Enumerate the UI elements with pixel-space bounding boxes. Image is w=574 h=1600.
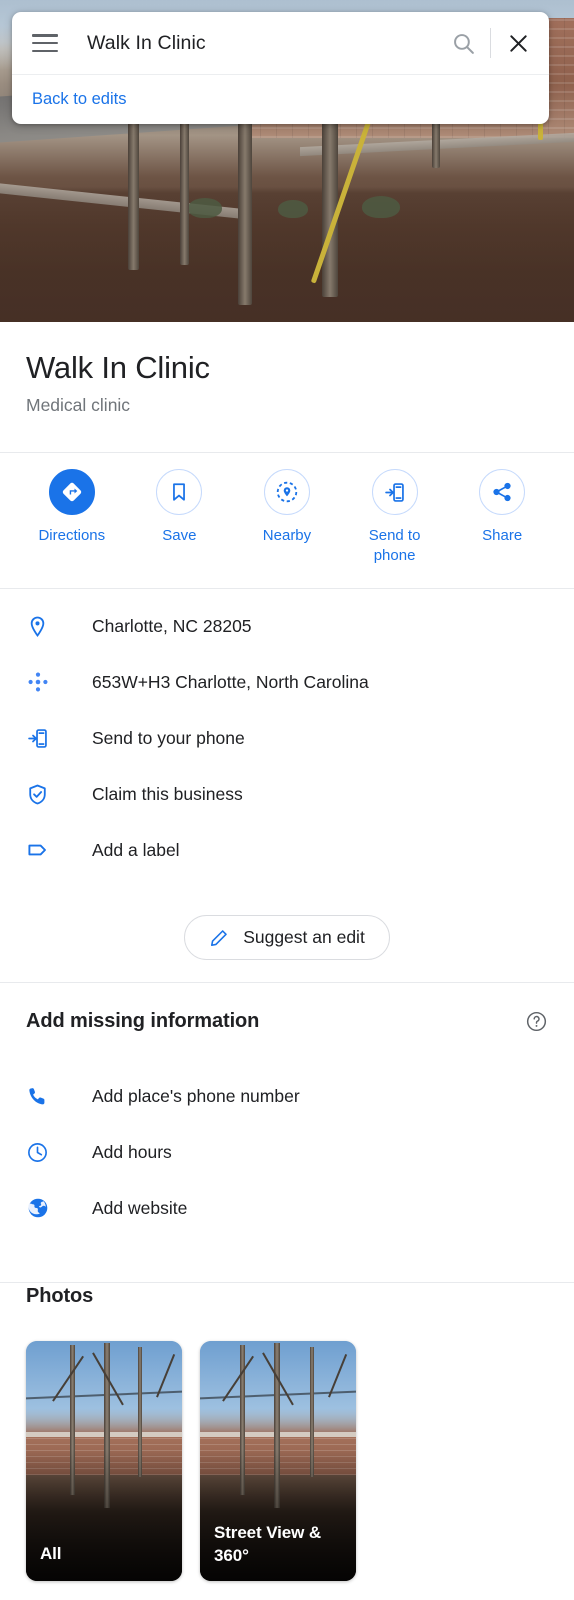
bookmark-icon bbox=[173, 483, 186, 501]
missing-row-website-label: Add website bbox=[92, 1197, 188, 1218]
search-card: Walk In Clinic Back to edits bbox=[12, 12, 549, 124]
info-row-plus-code[interactable]: 653W+H3 Charlotte, North Carolina bbox=[0, 654, 574, 710]
suggest-edit-wrap: Suggest an edit bbox=[0, 915, 574, 960]
shield-check-icon bbox=[26, 783, 66, 806]
hero-shrub-3 bbox=[362, 196, 400, 218]
divider-below-actions bbox=[0, 588, 574, 589]
action-save[interactable]: Save bbox=[126, 469, 234, 567]
directions-icon-wrap bbox=[48, 469, 95, 515]
action-share[interactable]: Share bbox=[448, 469, 556, 567]
place-header: Walk In Clinic Medical clinic bbox=[0, 322, 574, 416]
action-directions-label: Directions bbox=[38, 527, 106, 544]
pencil-icon bbox=[211, 929, 227, 946]
missing-info-list: Add place's phone number Add hours Add w… bbox=[0, 1068, 574, 1236]
missing-row-phone[interactable]: Add place's phone number bbox=[0, 1068, 574, 1124]
info-row-plus-code-label: 653W+H3 Charlotte, North Carolina bbox=[92, 671, 369, 692]
action-share-label: Share bbox=[482, 527, 523, 544]
send-to-phone-icon bbox=[26, 727, 66, 750]
info-row-claim-business-label: Claim this business bbox=[92, 783, 243, 804]
search-input[interactable]: Walk In Clinic bbox=[87, 32, 440, 55]
info-row-claim-business[interactable]: Claim this business bbox=[0, 766, 574, 822]
close-icon[interactable] bbox=[495, 20, 541, 66]
action-send-to-phone[interactable]: Send to phone bbox=[341, 469, 449, 567]
action-directions[interactable]: Directions bbox=[18, 469, 126, 567]
share-icon bbox=[493, 482, 511, 502]
photos-strip: All Street View & 360° bbox=[26, 1341, 356, 1581]
action-button-row: Directions Save Nearby Send to phone Sha… bbox=[0, 453, 574, 567]
photo-card-street-view[interactable]: Street View & 360° bbox=[200, 1341, 356, 1581]
hero-shrub-1 bbox=[188, 198, 222, 218]
suggest-an-edit-label: Suggest an edit bbox=[243, 927, 365, 947]
help-circle-icon[interactable] bbox=[525, 1010, 548, 1033]
missing-info-header: Add missing information bbox=[0, 1010, 574, 1033]
back-to-edits-row[interactable]: Back to edits bbox=[12, 75, 549, 124]
missing-row-website[interactable]: Add website bbox=[0, 1180, 574, 1236]
divider-above-photos bbox=[0, 1282, 574, 1283]
phone-icon bbox=[26, 1085, 66, 1108]
missing-row-hours[interactable]: Add hours bbox=[0, 1124, 574, 1180]
missing-row-phone-label: Add place's phone number bbox=[92, 1085, 300, 1106]
share-icon-wrap bbox=[479, 469, 526, 515]
plus-code-icon bbox=[26, 670, 66, 694]
info-row-address[interactable]: Charlotte, NC 28205 bbox=[0, 598, 574, 654]
divider-above-missing-info bbox=[0, 982, 574, 983]
globe-icon bbox=[26, 1196, 66, 1220]
suggest-an-edit-button[interactable]: Suggest an edit bbox=[184, 915, 390, 960]
photo-card-all-label: All bbox=[40, 1543, 62, 1563]
label-tag-icon bbox=[26, 838, 66, 862]
action-nearby-label: Nearby bbox=[262, 527, 312, 544]
search-divider bbox=[490, 28, 491, 58]
directions-icon bbox=[62, 482, 81, 502]
bookmark-icon-wrap bbox=[156, 469, 203, 515]
search-icon[interactable] bbox=[440, 20, 486, 66]
place-info-list: Charlotte, NC 28205 653W+H3 Charlotte, N… bbox=[0, 598, 574, 878]
info-row-address-label: Charlotte, NC 28205 bbox=[92, 615, 252, 636]
info-row-add-label-label: Add a label bbox=[92, 839, 180, 860]
missing-row-hours-label: Add hours bbox=[92, 1141, 172, 1162]
maps-place-panel: Walk In Clinic Back to edits Walk In Cli… bbox=[0, 0, 574, 1600]
search-row: Walk In Clinic bbox=[12, 12, 549, 74]
nearby-pin-icon bbox=[276, 481, 298, 503]
send-to-phone-icon bbox=[385, 482, 404, 502]
clock-icon bbox=[26, 1141, 66, 1164]
photos-header: Photos bbox=[0, 1285, 574, 1308]
action-nearby[interactable]: Nearby bbox=[233, 469, 341, 567]
photo-card-all[interactable]: All bbox=[26, 1341, 182, 1581]
info-row-send-to-phone-label: Send to your phone bbox=[92, 727, 245, 748]
info-row-send-to-phone[interactable]: Send to your phone bbox=[0, 710, 574, 766]
send-to-phone-icon-wrap bbox=[371, 469, 418, 515]
nearby-pin-icon-wrap bbox=[263, 469, 310, 515]
missing-info-title: Add missing information bbox=[26, 1010, 260, 1032]
info-row-add-label[interactable]: Add a label bbox=[0, 822, 574, 878]
place-category: Medical clinic bbox=[26, 394, 131, 415]
photos-title: Photos bbox=[26, 1285, 94, 1307]
location-pin-icon bbox=[26, 615, 66, 638]
action-send-to-phone-label: Send to phone bbox=[368, 527, 421, 565]
photo-card-street-view-label: Street View & 360° bbox=[214, 1523, 322, 1565]
hero-shrub-2 bbox=[278, 200, 308, 218]
hamburger-menu-icon[interactable] bbox=[32, 34, 58, 52]
action-save-label: Save bbox=[162, 527, 197, 544]
back-to-edits-link[interactable]: Back to edits bbox=[32, 90, 126, 109]
page-title: Walk In Clinic bbox=[26, 350, 210, 385]
